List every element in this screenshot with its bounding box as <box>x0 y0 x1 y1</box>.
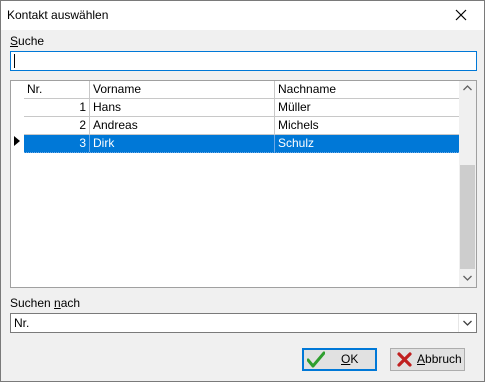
cell-nachname: Müller <box>278 100 311 114</box>
scrollbar-thumb[interactable] <box>460 165 475 269</box>
window-title: Kontakt auswählen <box>7 8 109 22</box>
table-row-selected[interactable]: 3 Dirk Schulz <box>24 135 459 153</box>
table-row[interactable]: 1 Hans Müller <box>24 99 459 117</box>
title-bar: Kontakt auswählen <box>1 1 484 30</box>
cell-nachname: Michels <box>278 118 319 132</box>
cell-nr: 2 <box>24 117 90 134</box>
column-header-nr[interactable]: Nr. <box>24 81 90 98</box>
ok-button[interactable]: OK <box>302 348 377 371</box>
search-by-select[interactable]: Nr. <box>10 313 477 333</box>
scroll-up-icon[interactable] <box>463 85 472 91</box>
close-button[interactable] <box>439 1 484 30</box>
cell-vorname: Dirk <box>90 135 275 152</box>
table-row[interactable]: 2 Andreas Michels <box>24 117 459 135</box>
dropdown-button[interactable] <box>458 314 476 332</box>
close-icon <box>455 9 467 21</box>
cell-vorname: Hans <box>90 99 275 116</box>
cell-nr: 1 <box>24 99 90 116</box>
cell-vorname: Andreas <box>90 117 275 134</box>
dialog-window: Kontakt auswählen Suche Nr. Vorname Nach… <box>0 0 485 382</box>
current-row-pointer-icon <box>14 136 20 146</box>
cancel-label: Abbruch <box>417 352 462 366</box>
checkmark-icon <box>307 351 325 368</box>
ok-label: OK <box>341 352 359 366</box>
search-label: Suche <box>10 34 45 48</box>
contacts-grid[interactable]: Nr. Vorname Nachname 1 Hans Müller 2 And… <box>10 80 477 288</box>
cancel-button[interactable]: Abbruch <box>390 348 465 371</box>
cell-nr: 3 <box>24 135 90 152</box>
grid-header: Nr. Vorname Nachname <box>24 81 459 99</box>
column-header-nachname[interactable]: Nachname <box>275 81 459 98</box>
text-caret <box>14 54 15 68</box>
chevron-down-icon <box>463 320 472 326</box>
row-indicator-column <box>11 81 24 287</box>
search-by-label: Suchen nach <box>10 296 81 310</box>
scroll-down-icon[interactable] <box>463 275 472 281</box>
search-by-value: Nr. <box>14 316 30 330</box>
vertical-scrollbar[interactable] <box>459 81 476 287</box>
cell-nachname: Schulz <box>278 136 315 150</box>
cancel-x-icon <box>397 352 412 367</box>
search-input[interactable] <box>10 51 477 71</box>
column-header-vorname[interactable]: Vorname <box>90 81 275 98</box>
